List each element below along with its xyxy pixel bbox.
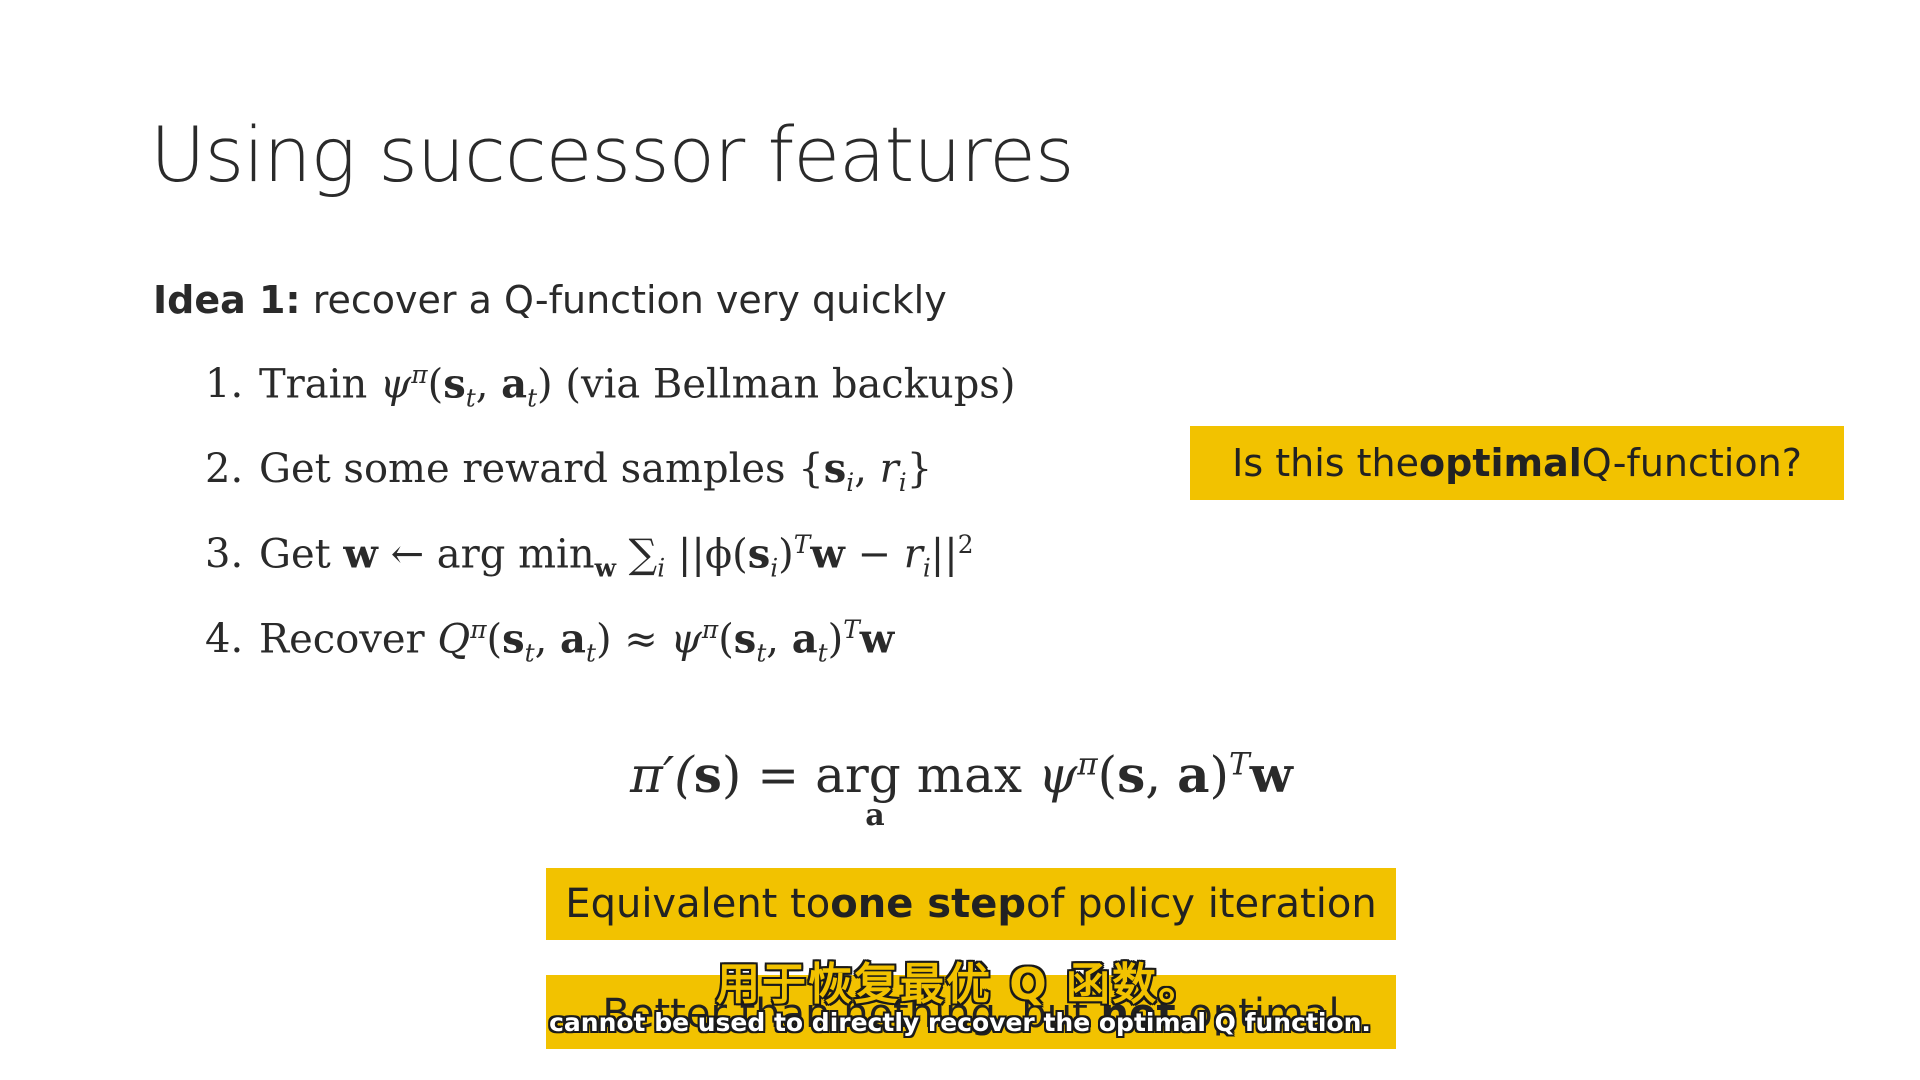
step-number: 2. (205, 446, 244, 492)
math-subscript: t (465, 383, 476, 413)
policy-equation: π′(s) = arg max a ψπ(s, a)Tw (630, 745, 1293, 833)
step-text: Recover (259, 616, 438, 663)
math-text: ) = arg max (721, 746, 1023, 804)
math-superscript: 2 (957, 530, 974, 559)
step-text: ) ≈ (595, 616, 671, 663)
step-text: − (844, 531, 904, 578)
step-text: ) (via Bellman backups) (537, 361, 1016, 408)
math-symbol: s (823, 445, 847, 492)
argmax-subscript: a (865, 798, 885, 833)
math-symbol: a (501, 360, 528, 408)
step-text: ( (486, 616, 503, 663)
math-superscript: π (470, 615, 487, 644)
steps-list: 1. Train ψπ(st, at) (via Bellman backups)… (205, 360, 1015, 700)
step-text: } (906, 446, 933, 492)
math-symbol: a (1177, 745, 1210, 804)
step-text: ||ϕ( (665, 531, 748, 578)
math-superscript: T (843, 615, 860, 644)
math-subscript: t (817, 638, 828, 668)
math-text: , (1145, 746, 1178, 804)
policy-iteration-callout: Equivalent to one step of policy iterati… (546, 868, 1396, 940)
step-text: , (475, 361, 502, 408)
math-symbol: w (343, 530, 378, 578)
callout-bold-text: optimal (1419, 441, 1582, 485)
math-symbol: s (733, 615, 757, 663)
math-symbol: a (560, 615, 586, 663)
step-text: , (534, 616, 561, 663)
step-2: 2. Get some reward samples {si, ri} (205, 445, 1015, 530)
subtitle-chinese: 用于恢复最优 Q 函数。 (715, 959, 1205, 1010)
optimal-question-callout: Is this the optimal Q-function? (1190, 426, 1844, 500)
math-superscript: T (1229, 746, 1250, 783)
idea-text: recover a Q-function very quickly (300, 278, 947, 322)
step-text: || (930, 531, 958, 578)
idea-label: Idea 1: (153, 278, 301, 322)
math-subscript: t (527, 383, 538, 413)
math-symbol: a (791, 615, 818, 663)
argmax-operator: ) = arg max a (721, 746, 1023, 833)
math-subscript: t (756, 638, 767, 668)
math-symbol: Q (437, 616, 471, 663)
math-symbol: w (810, 530, 845, 578)
math-superscript: π (1077, 746, 1098, 783)
callout-text: of policy iteration (1025, 881, 1377, 927)
step-4: 4. Recover Qπ(st, at) ≈ ψπ(st, at)Tw (205, 615, 1015, 700)
callout-bold-text: one step (830, 881, 1026, 927)
math-symbol: s (747, 530, 771, 578)
step-text: Get some reward samples { (259, 446, 824, 492)
subtitle-english: cannot be used to directly recover the o… (549, 1008, 1371, 1037)
step-number: 1. (205, 361, 244, 408)
math-symbol: s (1117, 745, 1146, 804)
math-superscript: π (701, 615, 719, 644)
step-number: 3. (205, 531, 244, 578)
math-symbol: ψ (1038, 746, 1078, 804)
math-subscript: t (524, 638, 535, 668)
math-symbol: r (903, 531, 923, 578)
slide-title: Using successor features (150, 110, 1074, 199)
math-subscript: i (846, 468, 855, 497)
step-text: ← arg min (377, 531, 595, 578)
step-text: ) (827, 616, 844, 663)
math-superscript: T (793, 530, 811, 559)
slide: Using successor features Idea 1: recover… (0, 0, 1920, 1080)
step-text: , (766, 616, 792, 663)
math-symbol: s (693, 745, 722, 804)
step-text: Get (259, 531, 344, 578)
callout-text: Is this the (1232, 441, 1420, 485)
step-text: ( (427, 361, 444, 408)
math-text: ( (1097, 746, 1118, 804)
idea-heading: Idea 1: recover a Q-function very quickl… (153, 278, 947, 322)
step-text: ) (778, 531, 794, 578)
step-1: 1. Train ψπ(st, at) (via Bellman backups) (205, 360, 1015, 445)
math-subscript: i (770, 553, 779, 583)
math-text: π′( (630, 746, 694, 804)
math-subscript: i (922, 553, 931, 583)
math-symbol: ψ (670, 616, 702, 663)
step-text: ∑ (615, 531, 658, 578)
step-text: ( (718, 616, 734, 663)
step-3: 3. Get w ← arg minw ∑i ||ϕ(si)Tw − ri||2 (205, 530, 1015, 615)
math-symbol: s (502, 615, 525, 663)
math-symbol: w (1249, 745, 1293, 804)
math-text: ) (1209, 746, 1230, 804)
callout-text: Q-function? (1581, 441, 1802, 485)
callout-text: Equivalent to (565, 881, 831, 927)
math-superscript: π (411, 360, 428, 389)
math-subscript: w (594, 553, 616, 583)
step-number: 4. (205, 616, 244, 663)
math-symbol: s (443, 360, 466, 408)
math-subscript: t (585, 638, 596, 668)
math-symbol: ψ (379, 361, 412, 408)
math-symbol: r (879, 446, 899, 492)
math-symbol: w (859, 615, 895, 663)
math-subscript: i (657, 553, 666, 583)
step-text: Train (259, 361, 380, 408)
step-text: , (854, 446, 880, 492)
math-subscript: i (898, 468, 907, 497)
